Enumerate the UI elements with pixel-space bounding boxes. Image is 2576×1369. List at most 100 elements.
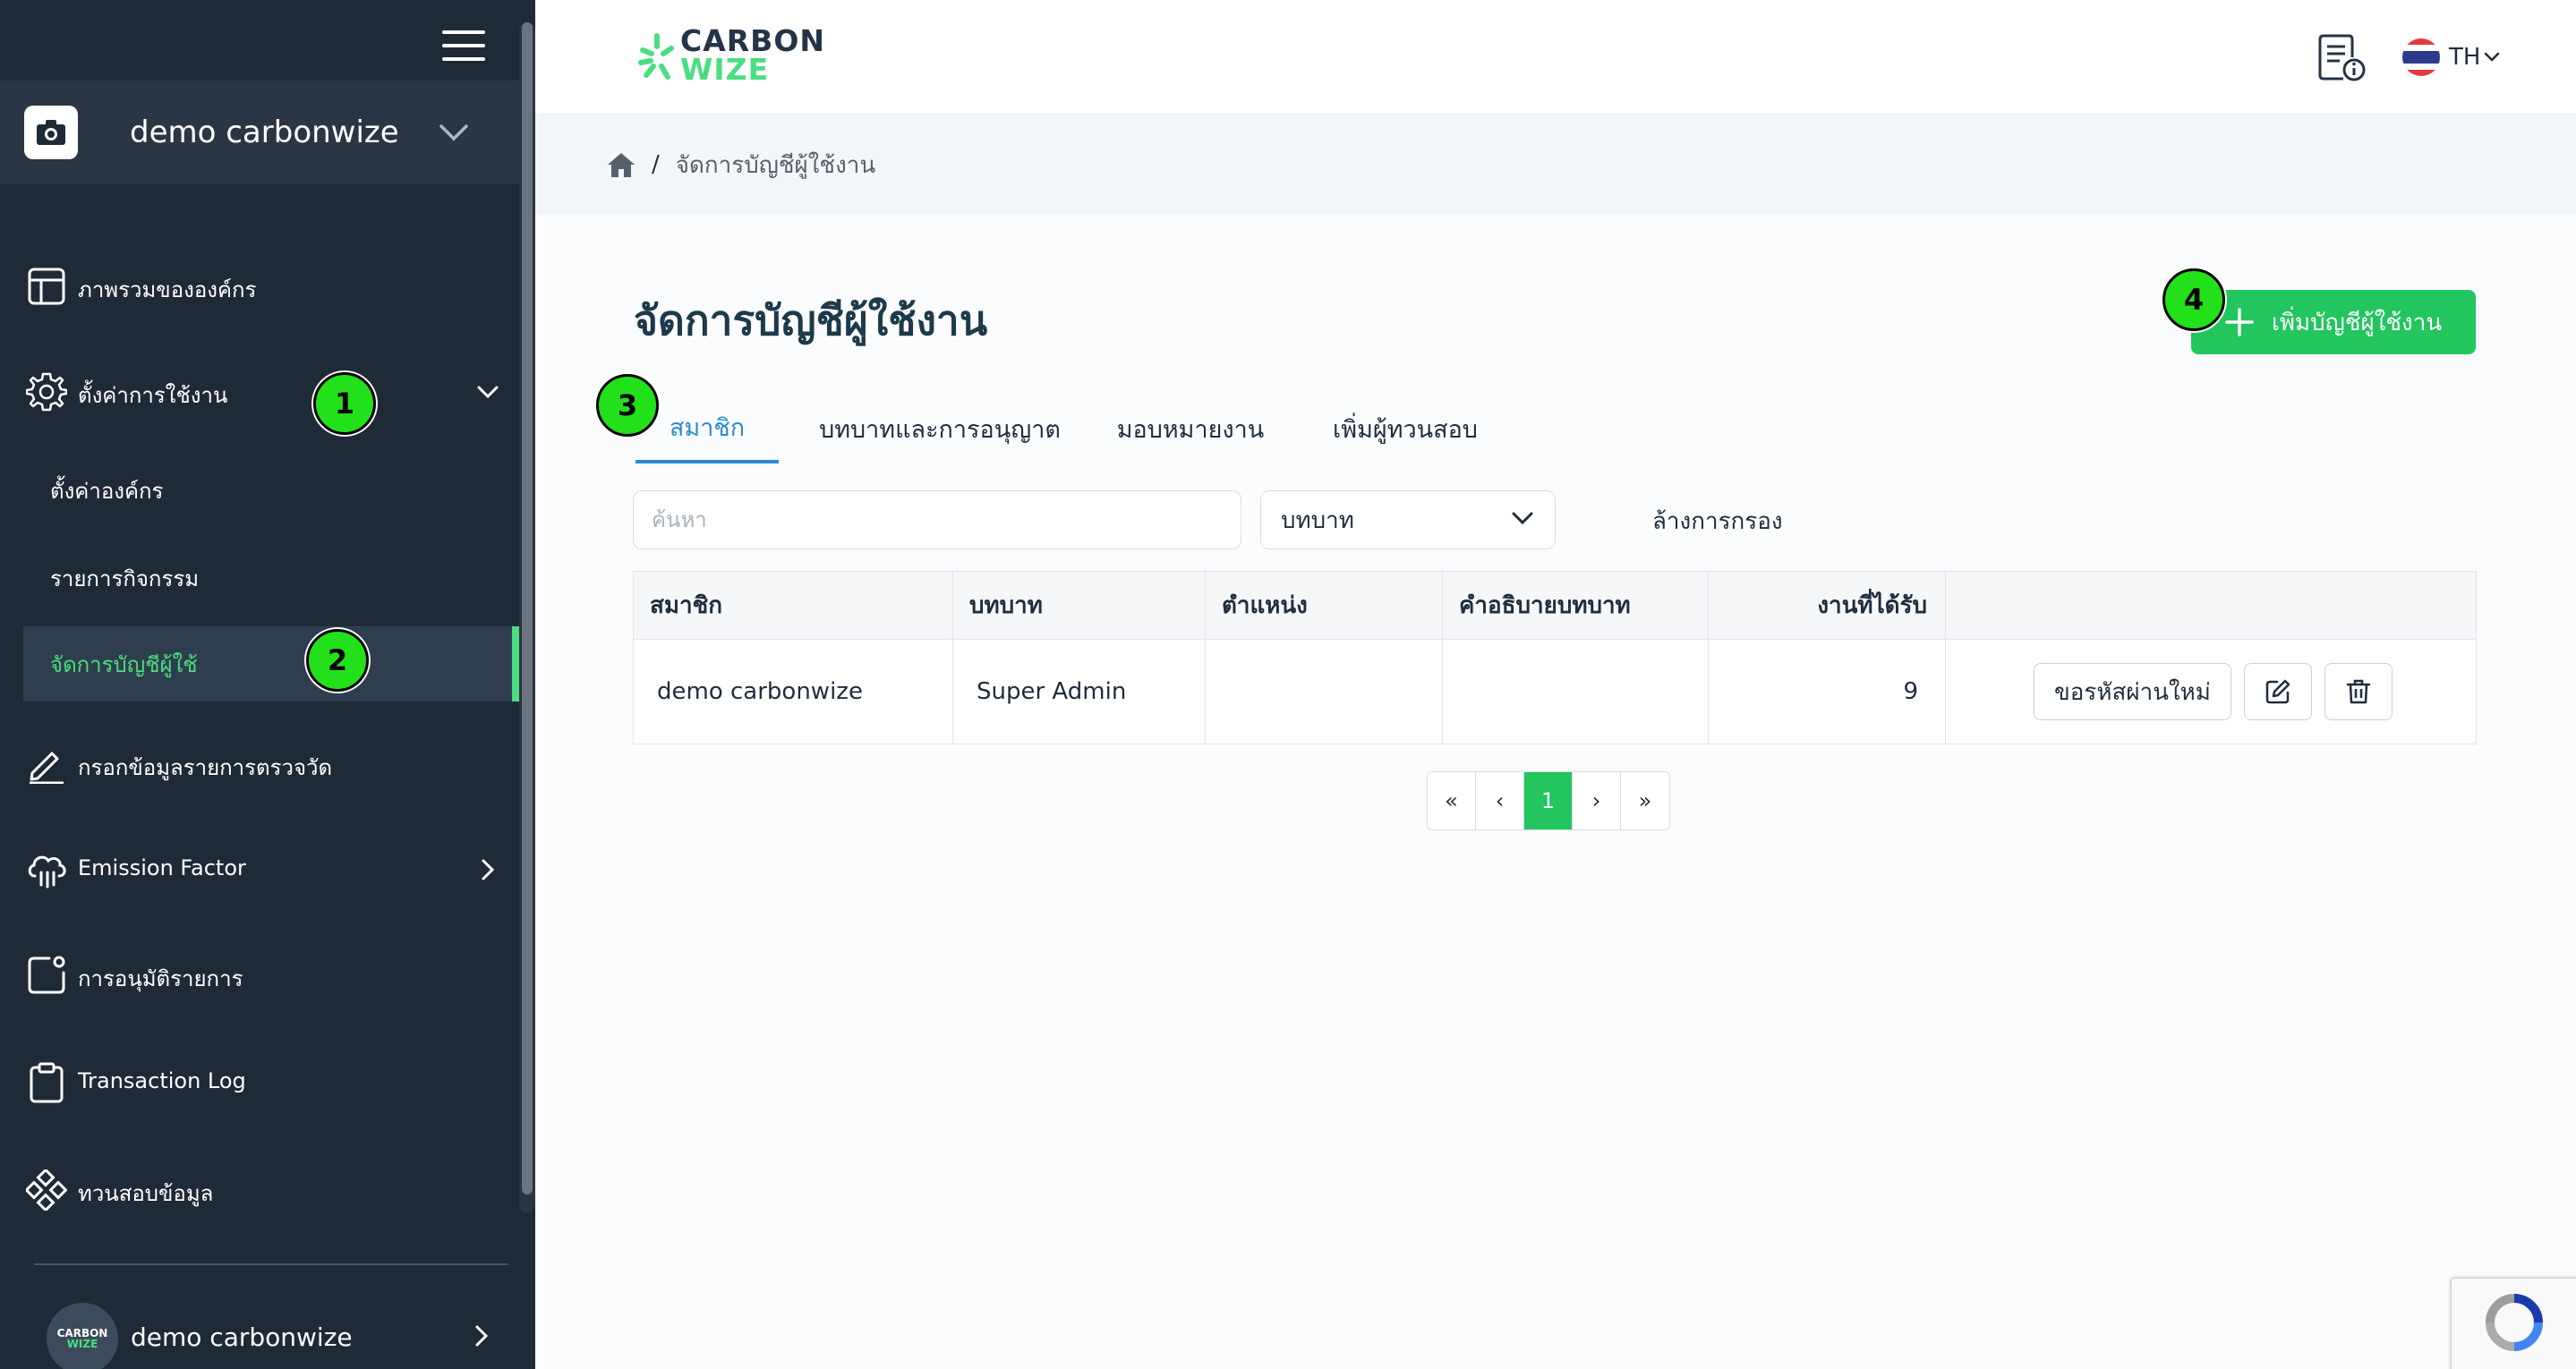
delete-button[interactable] (2324, 663, 2393, 720)
sidebar-subitem-label: ตั้งค่าองค์กร (50, 478, 164, 504)
avatar-text: WIZE (66, 1338, 98, 1350)
chevron-down-icon (439, 123, 469, 141)
reset-password-button[interactable]: ขอรหัสผ่านใหม่ (2034, 663, 2231, 720)
sidebar-item-approval[interactable]: การอนุมัติรายการ (0, 950, 519, 1000)
step-marker-4: 4 (2162, 268, 2225, 331)
table-row: demo carbonwize Super Admin 9 ขอรหัสผ่าน… (634, 640, 2476, 744)
sidebar-item-data-entry[interactable]: กรอกข้อมูลรายการตรวจวัด (0, 739, 519, 789)
column-header-role-description: คำอธิบายบทบาท (1443, 572, 1709, 639)
recaptcha-icon (2486, 1294, 2543, 1351)
cloud-rain-icon (25, 848, 68, 891)
tab-roles-permissions[interactable]: บทบาทและการอนุญาต (806, 394, 1074, 463)
menu-toggle-icon[interactable] (442, 30, 485, 63)
edit-button[interactable] (2243, 663, 2312, 720)
chevron-down-icon (2484, 52, 2500, 63)
clear-filter-button[interactable]: ล้างการกรอง (1652, 501, 1783, 540)
carbonwize-logo[interactable]: CARBON WIZE (637, 26, 843, 89)
sidebar-item-label: ภาพรวมขององค์กร (78, 277, 257, 302)
breadcrumb-separator: / (652, 151, 660, 178)
gear-icon (25, 370, 68, 413)
search-input[interactable] (633, 490, 1241, 549)
sidebar-item-label: ทวนสอบข้อมูล (78, 1181, 214, 1206)
chevron-right-icon (474, 856, 501, 883)
sidebar-item-label: Emission Factor (78, 855, 246, 880)
chevron-down-icon (474, 378, 501, 405)
cell-member: demo carbonwize (634, 640, 953, 744)
logo-text: CARBON WIZE (680, 26, 825, 87)
sidebar-subitem-user-accounts[interactable]: จัดการบัญชีผู้ใช้ (23, 626, 519, 702)
plus-icon (2225, 308, 2254, 336)
sidebar-subitem-activity-list[interactable]: รายการกิจกรรม (23, 540, 519, 616)
approval-icon (25, 954, 68, 997)
step-marker-2: 2 (306, 629, 369, 692)
sidebar-item-transaction-log[interactable]: Transaction Log (0, 1058, 519, 1108)
sidebar-subitem-label: รายการกิจกรรม (50, 565, 200, 591)
page-last-button[interactable]: » (1621, 772, 1669, 829)
logo-word: WIZE (680, 52, 770, 87)
sidebar-item-label: Transaction Log (78, 1068, 246, 1093)
sidebar-divider (34, 1263, 508, 1265)
edit-icon (2265, 679, 2290, 704)
scrollbar-thumb[interactable] (522, 22, 533, 1195)
sidebar: demo carbonwize ภาพรวมขององค์กร ตั้งค่าก… (0, 0, 535, 1369)
camera-icon (24, 106, 78, 159)
page-prev-button[interactable]: ‹ (1476, 772, 1524, 829)
document-info-icon[interactable] (2318, 32, 2367, 82)
org-name: demo carbonwize (130, 115, 399, 150)
logo-burst-icon (638, 33, 674, 80)
members-table: สมาชิก บทบาท ตำแหน่ง คำอธิบายบทบาท งานที… (633, 571, 2477, 744)
column-header-member: สมาชิก (634, 572, 953, 639)
profile-name: demo carbonwize (131, 1322, 353, 1352)
trash-icon (2346, 679, 2371, 704)
column-header-tasks: งานที่ได้รับ (1709, 572, 1946, 639)
step-marker-3: 3 (596, 374, 659, 437)
tab-assign-tasks[interactable]: มอบหมายงาน (1101, 394, 1280, 463)
language-selector[interactable]: TH (2402, 38, 2500, 77)
clipboard-icon (25, 1061, 68, 1104)
sidebar-subitem-org-settings[interactable]: ตั้งค่าองค์กร (23, 453, 519, 528)
sidebar-scrollbar[interactable] (519, 22, 535, 1212)
org-switcher[interactable]: demo carbonwize (0, 81, 519, 184)
home-icon[interactable] (607, 150, 635, 179)
sidebar-item-label: การอนุมัติรายการ (78, 966, 243, 991)
sidebar-item-label: กรอกข้อมูลรายการตรวจวัด (78, 755, 333, 780)
language-code: TH (2449, 44, 2481, 71)
page-current-button[interactable]: 1 (1524, 772, 1573, 829)
tab-add-verifier[interactable]: เพิ่มผู้ทวนสอบ (1307, 394, 1504, 463)
column-header-actions (1946, 572, 2476, 639)
chevron-right-icon (474, 1324, 489, 1351)
step-marker-1: 1 (313, 372, 376, 435)
avatar: CARBON WIZE (47, 1303, 118, 1369)
pencil-icon (25, 743, 68, 786)
add-user-button[interactable]: เพิ่มบัญชีผู้ใช้งาน (2191, 290, 2476, 354)
page-title: จัดการบัญชีผู้ใช้งาน (634, 296, 988, 344)
cell-position (1206, 640, 1443, 744)
add-user-label: เพิ่มบัญชีผู้ใช้งาน (2272, 309, 2443, 336)
breadcrumb: / จัดการบัญชีผู้ใช้งาน (535, 115, 2576, 215)
page-next-button[interactable]: › (1573, 772, 1621, 829)
cell-actions: ขอรหัสผ่านใหม่ (1946, 640, 2476, 744)
column-header-position: ตำแหน่ง (1206, 572, 1443, 639)
cell-tasks-received: 9 (1709, 640, 1946, 744)
column-header-role: บทบาท (953, 572, 1206, 639)
verify-diamond-icon (25, 1169, 68, 1212)
thai-flag-icon (2402, 38, 2440, 76)
sidebar-item-label: ตั้งค่าการใช้งาน (78, 383, 228, 408)
sidebar-item-emission-factor[interactable]: Emission Factor (0, 845, 519, 895)
chevron-down-icon (1512, 511, 1533, 529)
role-filter-value: บทบาท (1281, 506, 1354, 534)
layout-icon (25, 265, 68, 308)
sidebar-subitem-label: จัดการบัญชีผู้ใช้ (50, 651, 198, 677)
role-filter-select[interactable]: บทบาท (1260, 490, 1556, 549)
user-profile[interactable]: CARBON WIZE demo carbonwize (0, 1297, 519, 1369)
cell-role-description (1443, 640, 1709, 744)
cell-role: Super Admin (953, 640, 1206, 744)
sidebar-item-settings[interactable]: ตั้งค่าการใช้งาน (0, 367, 519, 417)
sidebar-item-overview[interactable]: ภาพรวมขององค์กร (0, 261, 519, 311)
breadcrumb-current: จัดการบัญชีผู้ใช้งาน (675, 151, 876, 179)
recaptcha-badge[interactable] (2451, 1278, 2576, 1369)
sidebar-item-verification[interactable]: ทวนสอบข้อมูล (0, 1165, 519, 1215)
page-first-button[interactable]: « (1428, 772, 1476, 829)
table-header: สมาชิก บทบาท ตำแหน่ง คำอธิบายบทบาท งานที… (634, 572, 2476, 640)
pagination: « ‹ 1 › » (1427, 771, 1670, 830)
